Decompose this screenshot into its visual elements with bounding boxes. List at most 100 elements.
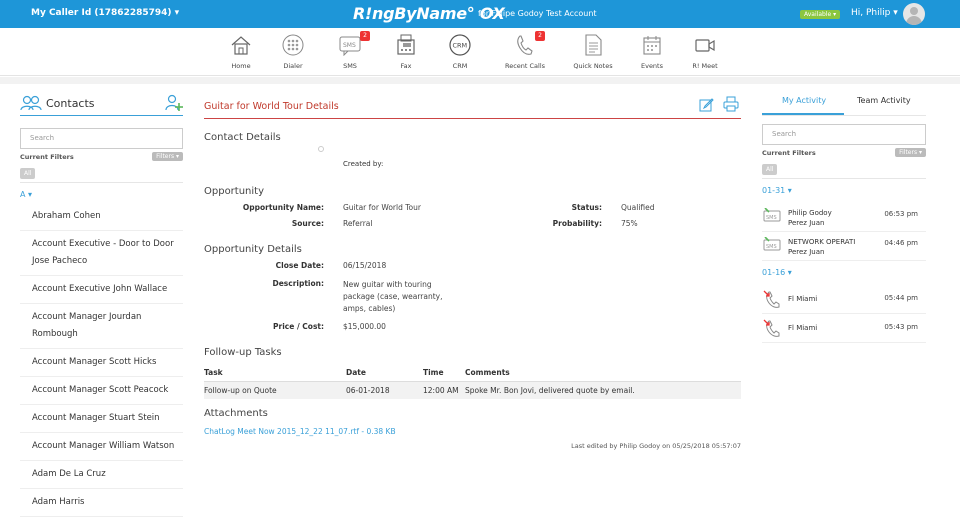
svg-text:SMS: SMS xyxy=(766,244,777,250)
add-contact-icon[interactable] xyxy=(165,94,183,112)
date-group-toggle[interactable]: 01-16 ▾ xyxy=(762,268,926,285)
nav-dialer[interactable]: Dialer xyxy=(268,34,318,70)
nav-label: Quick Notes xyxy=(573,62,613,70)
contact-item[interactable]: Account Executive John Wallace xyxy=(20,276,183,304)
calls-badge: 2 xyxy=(535,31,545,41)
contacts-icon xyxy=(20,95,42,111)
nav-home[interactable]: Home xyxy=(216,34,266,70)
contact-item[interactable]: Adam De La Cruz xyxy=(20,461,183,489)
crm-icon: CRM xyxy=(449,34,471,56)
letter-group-toggle[interactable]: A ▾ xyxy=(20,190,183,199)
activity-search-input[interactable]: Search xyxy=(762,124,926,145)
sms-icon: SMS xyxy=(763,208,781,222)
time-cell: 12:00 AM xyxy=(423,381,465,399)
top-bar: My Caller Id (17862285794) ▾ R!ngByName°… xyxy=(0,0,960,28)
activity-time: 06:53 pm xyxy=(884,210,918,218)
nav-label: Events xyxy=(640,62,663,70)
tasks-table: Task Date Time Comments Follow-up on Quo… xyxy=(204,364,741,399)
sms-icon: SMS xyxy=(763,237,781,251)
activity-time: 04:46 pm xyxy=(884,239,918,247)
print-icon[interactable] xyxy=(723,96,739,112)
description-value: New guitar with touring package (case, w… xyxy=(343,280,443,313)
activity-name: Fl Miami xyxy=(788,295,818,303)
probability-label: Probability: xyxy=(552,219,602,228)
nav-fax[interactable]: Fax xyxy=(381,34,431,70)
filters-button[interactable]: Filters ▾ xyxy=(152,152,183,161)
user-menu[interactable]: Hi, Philip ▾ xyxy=(851,8,898,18)
contact-details-heading: Contact Details xyxy=(204,132,281,143)
list-item[interactable]: Fl Miami 05:43 pm xyxy=(762,314,926,343)
page-title: Guitar for World Tour Details xyxy=(204,101,339,112)
activity-name: NETWORK OPERATI Perez Juan xyxy=(788,238,856,256)
contacts-search-input[interactable]: Search xyxy=(20,128,183,149)
column-header: Time xyxy=(423,364,465,382)
status-badge[interactable]: Available ▾ xyxy=(800,10,841,19)
phone-icon: 2 xyxy=(514,31,545,56)
contact-item[interactable]: Account Manager Scott Peacock xyxy=(20,377,183,405)
nav-quick-notes[interactable]: Quick Notes xyxy=(568,34,618,70)
activity-name: Fl Miami xyxy=(788,324,818,332)
date-group-toggle[interactable]: 01-31 ▾ xyxy=(762,186,926,203)
nav-recent-calls[interactable]: 2 Recent Calls xyxy=(500,31,550,70)
nav-sms[interactable]: SMS 2 SMS xyxy=(325,31,375,70)
contact-item[interactable]: Account Executive - Door to Door Jose Pa… xyxy=(20,231,183,276)
attachments-heading: Attachments xyxy=(204,408,268,419)
filters-label: Current Filters xyxy=(20,153,74,161)
contact-item[interactable]: Account Manager Scott Hicks xyxy=(20,349,183,377)
missed-call-icon xyxy=(763,319,780,337)
nav-label: SMS xyxy=(343,62,357,70)
edit-icon[interactable] xyxy=(699,97,714,112)
tab-my-activity[interactable]: My Activity xyxy=(782,96,826,105)
list-item[interactable]: SMS Philip Godoy Perez Juan 06:53 pm xyxy=(762,203,926,232)
caller-id-dropdown[interactable]: My Caller Id (17862285794) ▾ xyxy=(31,8,179,18)
contacts-panel: Contacts Search Current Filters Filters … xyxy=(20,92,183,517)
contacts-header: Contacts xyxy=(20,92,183,116)
sms-badge: 2 xyxy=(360,31,370,41)
contact-item[interactable]: Account Manager William Watson xyxy=(20,433,183,461)
all-filter-chip[interactable]: All xyxy=(20,168,36,179)
opportunity-name-label: Opportunity Name: xyxy=(242,203,324,212)
contact-avatar-placeholder xyxy=(318,146,324,152)
contact-item[interactable]: Abraham Cohen xyxy=(20,203,183,231)
tab-team-activity[interactable]: Team Activity xyxy=(857,96,911,105)
sms-icon: SMS 2 xyxy=(339,31,370,57)
fax-icon xyxy=(395,34,417,56)
contact-details-block: Created by: xyxy=(204,143,741,179)
contact-item[interactable]: Account Manager Jourdan Rombough xyxy=(20,304,183,349)
home-icon xyxy=(230,34,252,56)
opportunity-name-value: Guitar for World Tour xyxy=(343,203,421,212)
probability-value: 75% xyxy=(621,219,638,228)
filters-label: Current Filters xyxy=(762,149,816,157)
task-cell: Follow-up on Quote xyxy=(204,381,346,399)
nav-label: Recent Calls xyxy=(504,62,546,70)
column-header: Task xyxy=(204,364,346,382)
svg-text:SMS: SMS xyxy=(343,42,356,49)
contact-item[interactable]: Account Manager Stuart Stein xyxy=(20,405,183,433)
status-label: Status: xyxy=(571,203,602,212)
divider-bar xyxy=(0,77,960,84)
price-label: Price / Cost: xyxy=(273,322,324,331)
contact-item[interactable]: Adam Harris xyxy=(20,489,183,517)
list-item[interactable]: Fl Miami 05:44 pm xyxy=(762,285,926,314)
nav-label: Home xyxy=(231,62,251,70)
nav-crm[interactable]: CRM CRM xyxy=(435,34,485,70)
activity-panel: My Activity Team Activity Search Current… xyxy=(762,92,926,343)
created-by-label: Created by: xyxy=(343,160,384,168)
table-row[interactable]: Follow-up on Quote 06-01-2018 12:00 AM S… xyxy=(204,381,741,399)
column-header: Comments xyxy=(465,364,741,382)
nav-r-meet[interactable]: R! Meet xyxy=(680,34,730,70)
avatar[interactable] xyxy=(903,3,925,25)
filters-button[interactable]: Filters ▾ xyxy=(895,148,926,157)
last-edited-text: Last edited by Philip Godoy on 05/25/201… xyxy=(571,442,741,450)
all-filter-chip[interactable]: All xyxy=(762,164,778,175)
source-value: Referral xyxy=(343,219,373,228)
missed-call-icon xyxy=(763,290,780,308)
opportunity-heading: Opportunity xyxy=(204,186,265,197)
video-icon xyxy=(694,34,716,56)
svg-text:CRM: CRM xyxy=(453,42,468,50)
list-item[interactable]: SMS NETWORK OPERATI Perez Juan 04:46 pm xyxy=(762,232,926,261)
nav-events[interactable]: Events xyxy=(627,34,677,70)
attachment-link[interactable]: ChatLog Meet Now 2015_12_22 11_07.rtf - … xyxy=(204,427,741,436)
contacts-title: Contacts xyxy=(46,97,95,110)
notes-icon xyxy=(582,34,604,56)
